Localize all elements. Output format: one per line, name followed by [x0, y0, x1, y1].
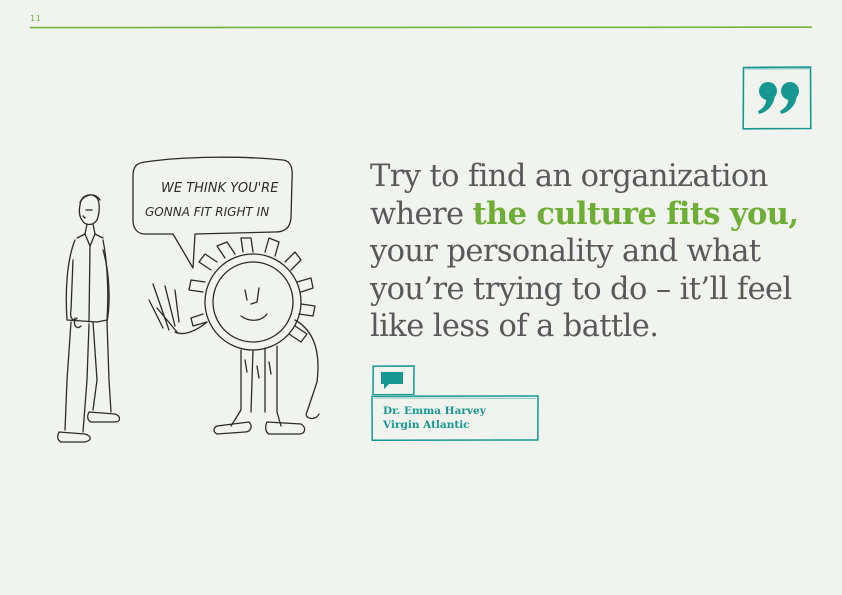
attribution-name: Dr. Emma Harvey	[383, 405, 486, 417]
pull-quote: Try to find an organization where the cu…	[370, 158, 830, 346]
speech-bubble-icon	[372, 365, 415, 395]
cog-character-drawing: WE THINK YOU'RE GONNA FIT RIGHT IN	[57, 156, 320, 443]
top-divider	[30, 26, 812, 29]
attribution: Dr. Emma Harvey Virgin Atlantic	[383, 404, 486, 432]
quote-highlight: the culture fits you,	[472, 195, 799, 232]
speech-bubble-line2: GONNA FIT RIGHT IN	[145, 205, 269, 219]
quote-tail: your personality and what you’re trying …	[370, 234, 792, 344]
page-number: 11	[30, 14, 42, 23]
speech-bubble-line1: WE THINK YOU'RE	[161, 181, 279, 196]
closing-quote-icon	[742, 66, 812, 130]
cartoon-illustration: WE THINK YOU'RE GONNA FIT RIGHT IN	[45, 150, 350, 455]
attribution-organization: Virgin Atlantic	[383, 419, 470, 431]
